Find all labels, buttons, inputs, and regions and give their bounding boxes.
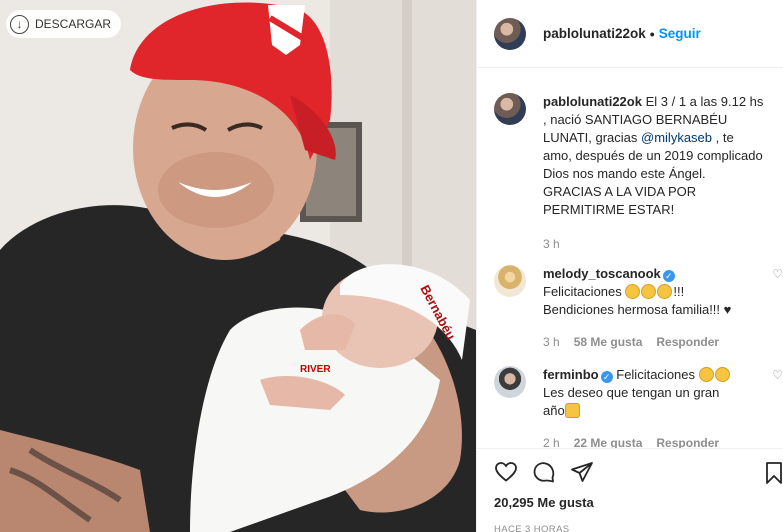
comment-text: Felicitaciones [543,284,622,299]
caption-username[interactable]: pablolunati22ok [543,94,642,109]
caption-mention[interactable]: @milykaseb [641,130,712,145]
caption-meta: 3 h [543,235,765,253]
comment-like-heart-icon[interactable]: ♡ [772,267,783,281]
post-timestamp[interactable]: HACE 3 HORAS [494,524,783,532]
header-username[interactable]: pablolunati22ok [543,26,646,41]
comment-body: ferminbo ✓ Felicitaciones Les deseo que t… [543,366,765,449]
comment-meta: 3 h 58 Me gusta Responder [543,333,765,351]
save-bookmark-icon[interactable] [765,461,783,485]
download-label: DESCARGAR [35,17,112,31]
clapping-hands-icon [657,284,673,299]
post-actions: 20,295 Me gusta HACE 3 HORAS [477,448,783,532]
comment-line-2: Bendiciones hermosa familia!!! ♥ [543,302,732,317]
comment-item: melody_toscanook ✓ Felicitaciones !!! Ben… [494,265,783,351]
comment-text: Felicitaciones [616,367,696,382]
comment-likes[interactable]: 22 Me gusta [574,434,643,449]
follow-button[interactable]: Seguir [659,26,701,41]
reply-button[interactable]: Responder [656,434,719,449]
verified-badge-icon: ✓ [600,371,613,383]
avatar[interactable] [494,17,526,50]
comment-line-2: Les deseo que tengan un gran [543,385,720,400]
clapping-hands-icon [625,284,641,299]
likes-count[interactable]: 20,295 Me gusta [494,495,783,510]
download-arrow-icon: ↓ [10,14,29,34]
clapping-hands-icon [714,367,730,382]
comment-time[interactable]: 2 h [543,434,560,449]
like-heart-icon[interactable] [494,460,518,484]
comment-text-suffix: !!! [673,284,685,299]
caption-time[interactable]: 3 h [543,235,560,253]
download-button[interactable]: ↓ DESCARGAR [6,10,122,38]
comment-avatar[interactable] [494,366,526,398]
comment-username[interactable]: ferminbo [543,367,599,382]
share-paper-plane-icon[interactable] [570,460,594,484]
clapping-hands-icon [698,367,714,382]
photo-illustration: Bernabéu RIVER [0,0,476,532]
caption-avatar[interactable] [494,93,526,125]
comment-meta: 2 h 22 Me gusta Responder [543,434,765,449]
raised-hands-icon [564,403,580,418]
post-header: pablolunati22ok • Seguir [477,0,783,68]
caption: pablolunati22ok El 3 / 1 a las 9.12 hs ,… [494,93,783,253]
comment-text-year: año [543,403,565,418]
bodysuit-text: RIVER [300,364,331,375]
comments-list[interactable]: pablolunati22ok El 3 / 1 a las 9.12 hs ,… [477,69,783,449]
post-photo[interactable]: Bernabéu RIVER ↓ DESCARGAR [0,0,476,532]
caption-body: pablolunati22ok El 3 / 1 a las 9.12 hs ,… [543,93,765,253]
clapping-hands-icon [641,284,657,299]
reply-button[interactable]: Responder [656,333,719,351]
comment-line-3: año [543,402,765,420]
comment-avatar[interactable] [494,265,526,297]
comment-line-1: Felicitaciones !!! [543,283,765,301]
comment-body: melody_toscanook ✓ Felicitaciones !!! Ben… [543,265,765,351]
comment-time[interactable]: 3 h [543,333,560,351]
comment-username[interactable]: melody_toscanook [543,266,661,281]
comment-item: ferminbo ✓ Felicitaciones Les deseo que t… [494,366,783,449]
post-sidebar: pablolunati22ok • Seguir pablolunati22ok… [476,0,783,532]
separator-dot: • [649,25,655,42]
action-icons [494,449,783,495]
verified-badge-icon: ✓ [662,270,675,282]
comment-bubble-icon[interactable] [532,460,556,484]
comment-likes[interactable]: 58 Me gusta [574,333,643,351]
comment-like-heart-icon[interactable]: ♡ [772,368,783,382]
